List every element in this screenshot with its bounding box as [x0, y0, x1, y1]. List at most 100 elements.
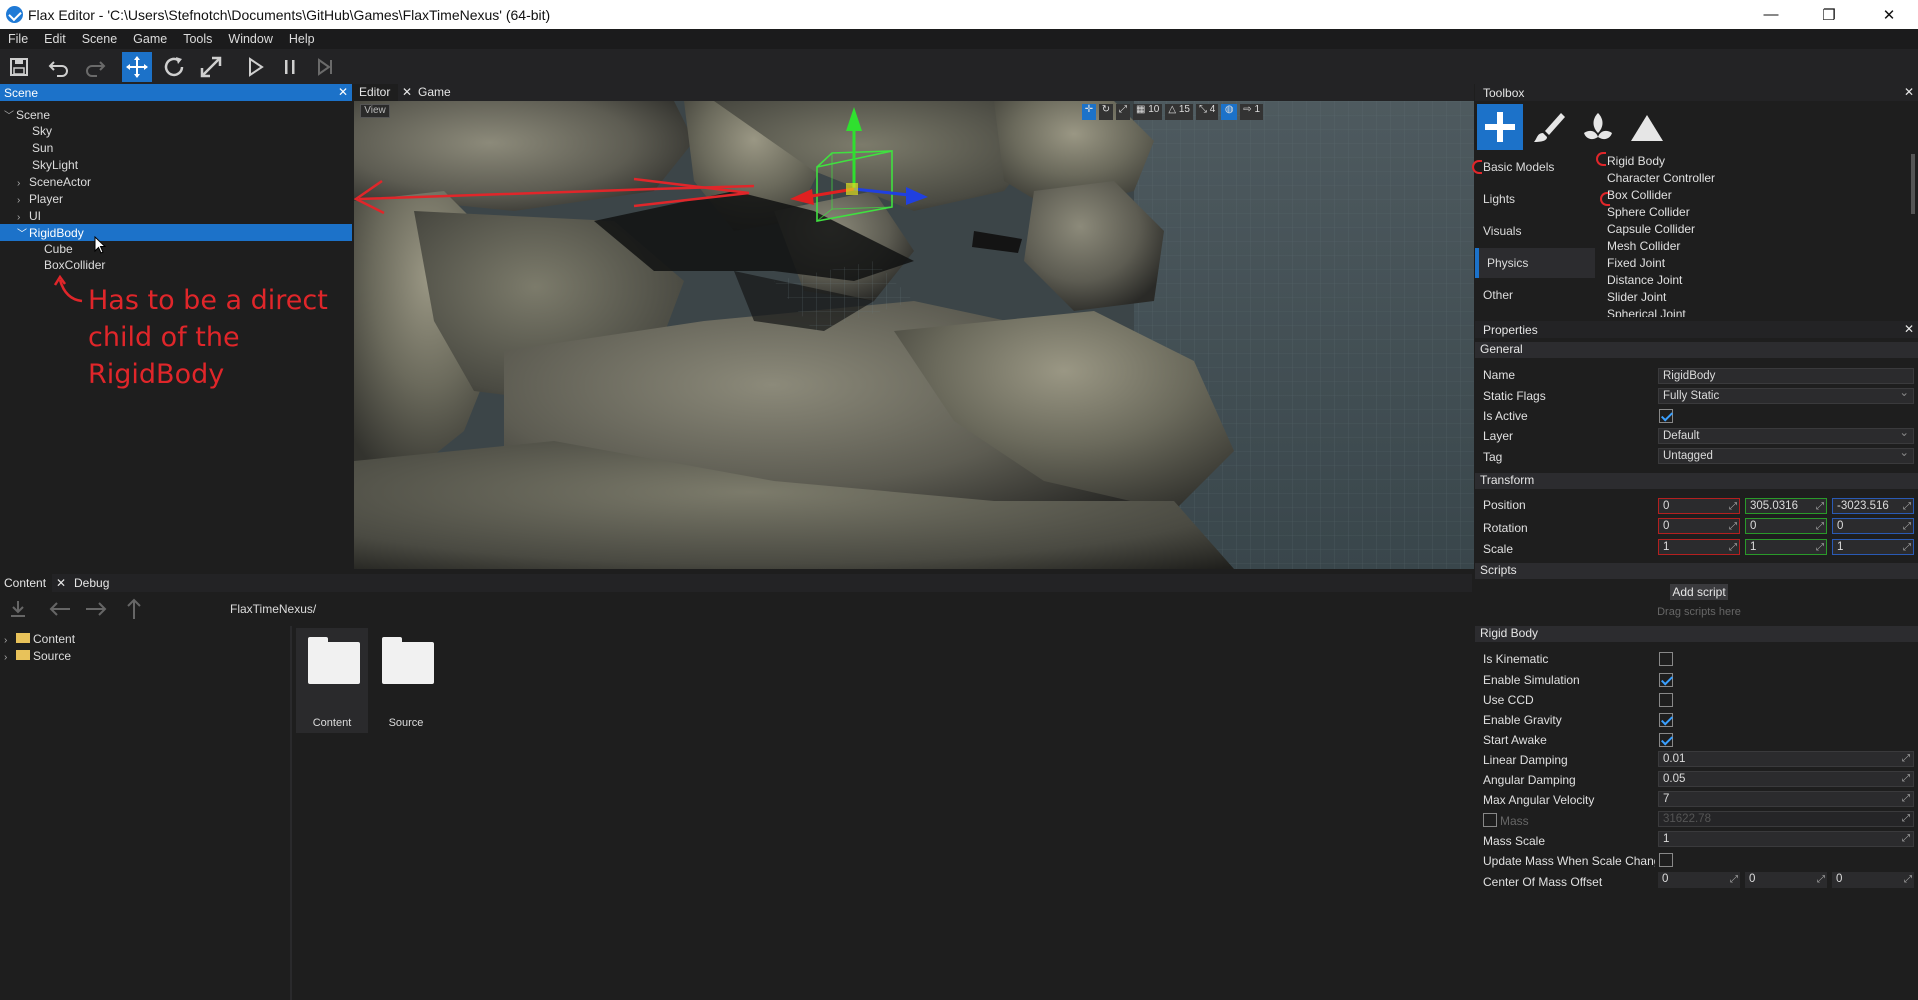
tree-item-scene[interactable]: ﹀ Scene [4, 107, 50, 123]
is-active-checkbox[interactable] [1659, 409, 1673, 423]
grid-snap-icon[interactable]: ▦ 10 [1133, 104, 1163, 120]
rotate-gizmo-icon[interactable] [159, 52, 189, 82]
menu-help[interactable]: Help [289, 32, 315, 46]
chevron-down-icon[interactable]: ﹀ [4, 107, 16, 122]
back-arrow-icon[interactable] [48, 599, 72, 619]
rotation-x-field[interactable]: 0 ⤢ [1658, 518, 1740, 534]
section-general[interactable]: General [1475, 342, 1918, 358]
chevron-down-icon[interactable]: ﹀ [17, 225, 29, 240]
name-field[interactable]: RigidBody [1658, 368, 1914, 384]
toolbox-category-other[interactable]: Other [1475, 280, 1595, 310]
import-icon[interactable] [8, 599, 28, 619]
toolbox-item-slider-joint[interactable]: Slider Joint [1607, 290, 1666, 307]
minimize-button[interactable]: — [1742, 0, 1800, 29]
scene-tab[interactable]: Scene ✕ [0, 84, 352, 101]
tree-item-sun[interactable]: Sun [32, 141, 53, 157]
tree-item-sky[interactable]: Sky [32, 124, 52, 140]
undo-icon[interactable] [44, 52, 74, 82]
position-z-field[interactable]: -3023.516 ⤢ [1832, 498, 1914, 514]
tab-editor-close-icon[interactable]: ✕ [402, 85, 412, 99]
com-offset-x-field[interactable]: 0 ⤢ [1658, 872, 1740, 888]
linear-damping-field[interactable]: 0.01 ⤢ [1658, 751, 1914, 767]
start-awake-checkbox[interactable] [1659, 733, 1673, 747]
tree-item-rigidbody[interactable]: ﹀ RigidBody [17, 225, 84, 241]
world-space-icon[interactable]: ◍ [1221, 104, 1238, 120]
menu-file[interactable]: File [8, 32, 28, 46]
scale-snap-icon[interactable]: ⤢ [1116, 104, 1130, 120]
static-flags-dropdown[interactable]: Fully Static [1658, 386, 1914, 404]
toolbox-category-visuals[interactable]: Visuals [1475, 216, 1595, 246]
position-x-field[interactable]: 0 ⤢ [1658, 498, 1740, 514]
toolbox-category-basic-models[interactable]: Basic Models [1475, 152, 1595, 182]
toolbox-item-fixed-joint[interactable]: Fixed Joint [1607, 256, 1665, 273]
toolbox-item-rigid-body[interactable]: Rigid Body [1607, 154, 1665, 171]
camera-speed-icon[interactable]: ⇨ 1 [1240, 104, 1264, 120]
chevron-right-icon[interactable]: › [17, 212, 29, 223]
chevron-right-icon[interactable]: › [17, 178, 29, 189]
section-scripts[interactable]: Scripts [1475, 563, 1918, 579]
up-arrow-icon[interactable] [124, 597, 144, 621]
scene-viewport[interactable]: View ✛ ↻ ⤢ ▦ 10 △ 15 ⤡ 4 ◍ ⇨ 1 [354, 101, 1474, 569]
scene-tab-close-icon[interactable]: ✕ [338, 85, 348, 99]
tree-item-ui[interactable]: › UI [17, 209, 41, 225]
tag-dropdown[interactable]: Untagged [1658, 446, 1914, 464]
use-ccd-checkbox[interactable] [1659, 693, 1673, 707]
toolbox-item-box-collider[interactable]: Box Collider [1607, 188, 1672, 205]
menu-game[interactable]: Game [133, 32, 167, 46]
toolbox-item-mesh-collider[interactable]: Mesh Collider [1607, 239, 1680, 256]
menu-window[interactable]: Window [228, 32, 272, 46]
is-kinematic-checkbox[interactable] [1659, 652, 1673, 666]
tab-game[interactable]: Game [418, 85, 451, 99]
redo-icon[interactable] [80, 52, 110, 82]
actors-tab-plus-icon[interactable] [1477, 104, 1523, 150]
forward-arrow-icon[interactable] [84, 599, 108, 619]
toolbox-category-physics[interactable]: Physics [1475, 248, 1595, 278]
mass-scale-field[interactable]: 1 ⤢ [1658, 831, 1914, 847]
scale-z-field[interactable]: 1 ⤢ [1832, 539, 1914, 555]
max-angular-velocity-field[interactable]: 7 ⤢ [1658, 791, 1914, 807]
menu-scene[interactable]: Scene [82, 32, 117, 46]
rotation-y-field[interactable]: 0 ⤢ [1745, 518, 1827, 534]
toolbox-close-icon[interactable]: ✕ [1904, 85, 1914, 99]
rotate-snap-icon[interactable]: ↻ [1099, 104, 1113, 120]
layer-dropdown[interactable]: Default [1658, 426, 1914, 444]
tree-item-player[interactable]: › Player [17, 192, 63, 208]
tree-item-skylight[interactable]: SkyLight [32, 158, 78, 174]
tab-debug[interactable]: Debug [74, 576, 109, 590]
section-transform[interactable]: Transform [1475, 473, 1918, 489]
add-script-button[interactable]: Add script [1670, 584, 1728, 600]
com-offset-z-field[interactable]: 0 ⤢ [1832, 872, 1914, 888]
mass-override-checkbox[interactable] [1483, 813, 1497, 827]
tab-content-close-icon[interactable]: ✕ [56, 576, 66, 590]
angle-snap-icon[interactable]: △ 15 [1165, 104, 1193, 120]
content-tree-item-source[interactable]: › Source [4, 649, 71, 665]
menu-edit[interactable]: Edit [44, 32, 66, 46]
tree-item-sceneactor[interactable]: › SceneActor [17, 175, 91, 191]
translate-gizmo-icon[interactable] [122, 52, 152, 82]
toolbox-category-lights[interactable]: Lights [1475, 184, 1595, 214]
toolbox-item-capsule-collider[interactable]: Capsule Collider [1607, 222, 1695, 239]
rotation-z-field[interactable]: 0 ⤢ [1832, 518, 1914, 534]
view-menu-button[interactable]: View [360, 104, 390, 118]
section-rigid-body[interactable]: Rigid Body [1475, 626, 1918, 642]
foliage-icon[interactable] [1575, 104, 1621, 150]
properties-close-icon[interactable]: ✕ [1904, 322, 1914, 336]
com-offset-y-field[interactable]: 0 ⤢ [1745, 872, 1827, 888]
content-folder-tile[interactable]: Content [296, 628, 368, 733]
tree-item-boxcollider[interactable]: BoxCollider [44, 258, 105, 274]
play-icon[interactable] [240, 52, 270, 82]
chevron-right-icon[interactable]: › [17, 195, 29, 206]
pause-icon[interactable] [275, 52, 305, 82]
terrain-icon[interactable] [1624, 104, 1670, 150]
restore-button[interactable]: ❐ [1800, 0, 1858, 29]
content-tree-item-content[interactable]: › Content [4, 632, 75, 648]
toolbox-scrollbar[interactable] [1911, 154, 1915, 214]
save-icon[interactable] [4, 52, 34, 82]
step-icon[interactable] [310, 52, 340, 82]
tab-editor[interactable]: Editor [354, 84, 398, 101]
enable-simulation-checkbox[interactable] [1659, 673, 1673, 687]
toolbox-item-spherical-joint[interactable]: Spherical Joint [1607, 307, 1686, 317]
toolbox-item-sphere-collider[interactable]: Sphere Collider [1607, 205, 1690, 222]
close-button[interactable]: ✕ [1860, 0, 1918, 29]
source-folder-tile[interactable]: Source [370, 628, 442, 733]
